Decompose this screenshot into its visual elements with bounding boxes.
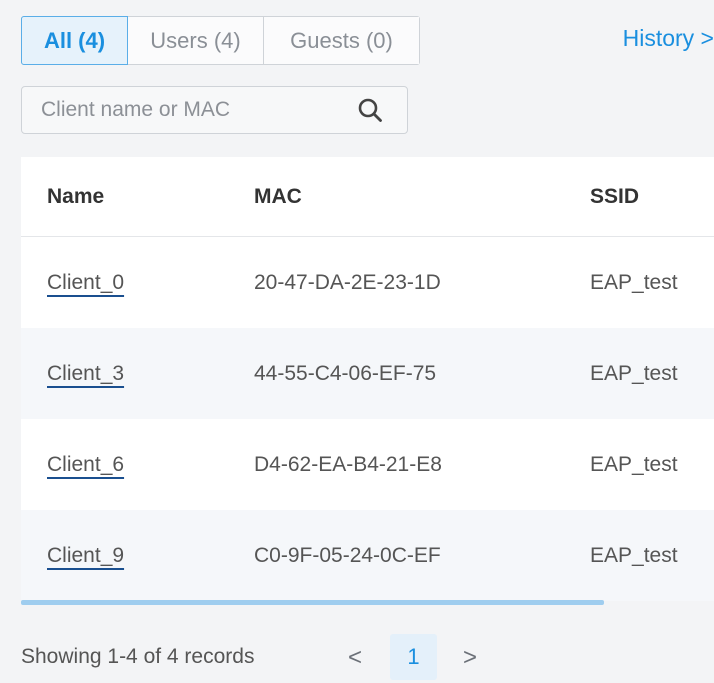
client-type-tabs: All (4) Users (4) Guests (0) xyxy=(21,16,420,65)
table-row: Client_3 44-55-C4-06-EF-75 EAP_test xyxy=(21,328,714,419)
client-mac: C0-9F-05-24-0C-EF xyxy=(254,543,441,567)
tab-users[interactable]: Users (4) xyxy=(128,17,264,64)
page-1-button[interactable]: 1 xyxy=(390,634,437,680)
client-name-link[interactable]: Client_6 xyxy=(47,453,124,477)
client-ssid: EAP_test xyxy=(590,543,678,567)
search-input[interactable] xyxy=(22,87,357,133)
column-header-mac[interactable]: MAC xyxy=(254,185,302,209)
client-name-link[interactable]: Client_0 xyxy=(47,271,124,295)
column-header-ssid[interactable]: SSID xyxy=(590,185,639,209)
pagination-footer: Showing 1-4 of 4 records < 1 > xyxy=(0,630,714,683)
table-header: Name MAC SSID xyxy=(21,157,714,237)
client-ssid: EAP_test xyxy=(590,270,678,294)
client-mac: 20-47-DA-2E-23-1D xyxy=(254,270,441,294)
history-link[interactable]: History > xyxy=(623,25,714,52)
table-row: Client_6 D4-62-EA-B4-21-E8 EAP_test xyxy=(21,419,714,510)
search-box xyxy=(21,86,408,134)
client-ssid: EAP_test xyxy=(590,452,678,476)
table-row: Client_0 20-47-DA-2E-23-1D EAP_test xyxy=(21,237,714,328)
client-mac: D4-62-EA-B4-21-E8 xyxy=(254,452,442,476)
horizontal-scrollbar[interactable] xyxy=(21,600,604,605)
client-ssid: EAP_test xyxy=(590,361,678,385)
next-page-button[interactable]: > xyxy=(463,644,477,672)
client-name-link[interactable]: Client_9 xyxy=(47,544,124,568)
search-icon[interactable] xyxy=(357,97,383,123)
client-name-link[interactable]: Client_3 xyxy=(47,362,124,386)
tab-guests[interactable]: Guests (0) xyxy=(264,17,419,64)
previous-page-button[interactable]: < xyxy=(348,644,362,672)
column-header-name[interactable]: Name xyxy=(47,185,104,209)
client-mac: 44-55-C4-06-EF-75 xyxy=(254,361,437,385)
table-row: Client_9 C0-9F-05-24-0C-EF EAP_test xyxy=(21,510,714,601)
records-count: Showing 1-4 of 4 records xyxy=(21,645,255,668)
client-filter-bar: All (4) Users (4) Guests (0) History > xyxy=(0,0,714,80)
clients-table: Name MAC SSID Client_0 20-47-DA-2E-23-1D… xyxy=(21,157,714,601)
tab-all[interactable]: All (4) xyxy=(21,16,128,65)
